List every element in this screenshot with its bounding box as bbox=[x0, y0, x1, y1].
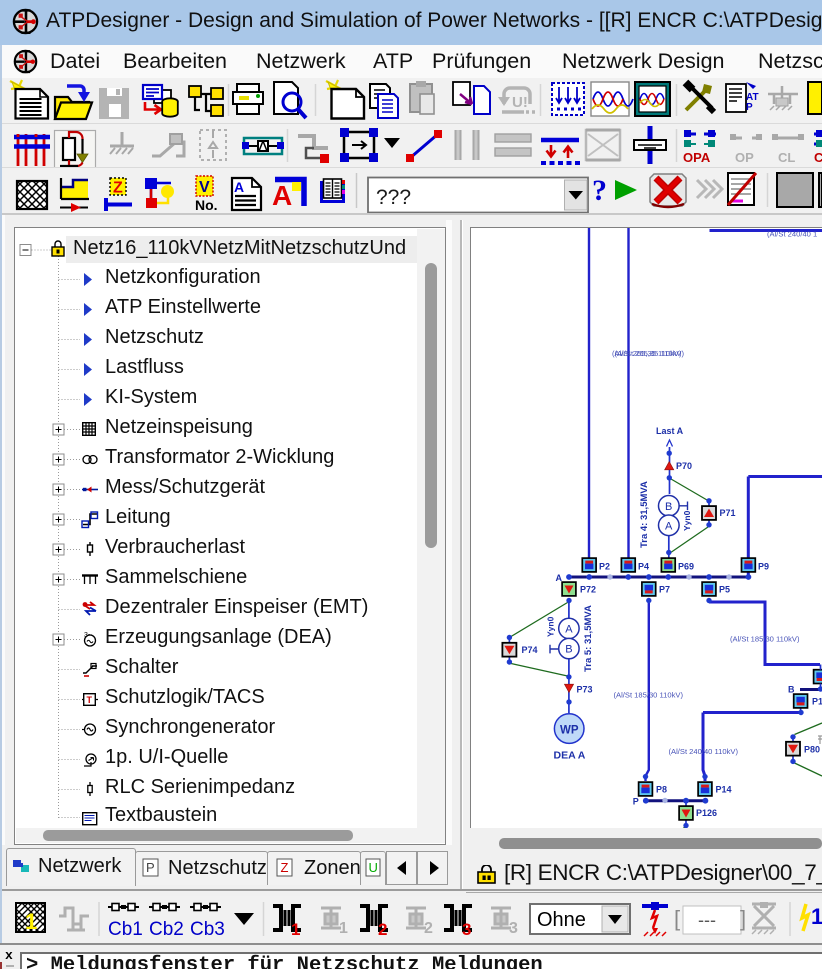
svg-text:3: 3 bbox=[462, 920, 471, 939]
svg-text:DEA A: DEA A bbox=[554, 750, 586, 762]
svg-text:P5: P5 bbox=[719, 585, 730, 595]
svg-text:Cb3: Cb3 bbox=[190, 919, 225, 940]
svg-text:OPA: OPA bbox=[683, 150, 711, 165]
svg-text:?: ? bbox=[592, 174, 607, 207]
svg-text:Z: Z bbox=[113, 180, 123, 197]
svg-text:Z: Z bbox=[281, 860, 289, 875]
svg-text:P80: P80 bbox=[804, 745, 820, 755]
svg-text:2: 2 bbox=[378, 920, 387, 939]
svg-text:]: ] bbox=[740, 906, 746, 931]
svg-text:P9: P9 bbox=[758, 562, 769, 572]
svg-text:P: P bbox=[746, 102, 753, 113]
svg-text:Cb2: Cb2 bbox=[149, 919, 184, 940]
svg-text:P: P bbox=[146, 860, 155, 875]
svg-text:1: 1 bbox=[291, 920, 300, 939]
svg-text:P8: P8 bbox=[656, 784, 667, 794]
svg-text:3~: 3~ bbox=[84, 632, 92, 639]
svg-text:3: 3 bbox=[509, 920, 518, 937]
svg-text:P126: P126 bbox=[696, 808, 717, 818]
svg-text:Tra 5: 31,5MVA: Tra 5: 31,5MVA bbox=[583, 605, 594, 672]
svg-text:1: 1 bbox=[25, 909, 37, 934]
svg-text:(Al/St 240/40 110kV): (Al/St 240/40 110kV) bbox=[669, 747, 739, 756]
svg-text:A: A bbox=[665, 520, 673, 532]
svg-text:P14: P14 bbox=[716, 784, 732, 794]
svg-text:A: A bbox=[556, 573, 563, 583]
svg-text:Tra 4: 31,5MVA: Tra 4: 31,5MVA bbox=[639, 481, 650, 548]
svg-text:P7: P7 bbox=[659, 585, 670, 595]
svg-text:2: 2 bbox=[424, 920, 433, 937]
svg-text:Yyn0: Yyn0 bbox=[682, 510, 692, 531]
svg-text:???: ??? bbox=[376, 186, 411, 209]
svg-text:(Al/St 185/30 110kV): (Al/St 185/30 110kV) bbox=[730, 635, 800, 644]
svg-text:[: [ bbox=[674, 906, 680, 931]
svg-text:A: A bbox=[565, 623, 573, 635]
svg-text:OP: OP bbox=[735, 150, 754, 165]
svg-text:WP: WP bbox=[560, 724, 579, 736]
svg-text:A: A bbox=[234, 179, 244, 195]
svg-text:1: 1 bbox=[811, 904, 822, 929]
svg-text:P72: P72 bbox=[580, 585, 596, 595]
svg-text:Ohne: Ohne bbox=[537, 909, 586, 931]
svg-text:T: T bbox=[87, 695, 93, 705]
svg-text:(Al/St 185/30 110kV): (Al/St 185/30 110kV) bbox=[614, 691, 684, 700]
svg-text:P1: P1 bbox=[812, 696, 822, 706]
svg-text:B: B bbox=[565, 644, 572, 656]
svg-text:1: 1 bbox=[339, 920, 348, 937]
svg-text:A: A bbox=[272, 180, 292, 211]
svg-text:(Al/St 265,85 110kV): (Al/St 265,85 110kV) bbox=[615, 349, 685, 358]
svg-text:P69: P69 bbox=[678, 562, 694, 572]
svg-text:P4: P4 bbox=[638, 562, 649, 572]
svg-text:---: --- bbox=[698, 910, 716, 930]
svg-text:B: B bbox=[665, 501, 672, 513]
svg-text:Yyn0: Yyn0 bbox=[546, 616, 556, 637]
svg-text:(Al/St 240/40 1: (Al/St 240/40 1 bbox=[767, 230, 817, 239]
svg-text:CL: CL bbox=[778, 150, 795, 165]
svg-text:Cb1: Cb1 bbox=[108, 919, 143, 940]
svg-text:P: P bbox=[633, 797, 639, 807]
svg-text:Last A: Last A bbox=[656, 426, 684, 436]
svg-text:V: V bbox=[199, 179, 210, 196]
svg-text:P74: P74 bbox=[522, 645, 538, 655]
svg-text:No.: No. bbox=[195, 197, 218, 213]
svg-text:CLA: CLA bbox=[814, 150, 822, 165]
svg-text:P2: P2 bbox=[599, 562, 610, 572]
svg-text:B: B bbox=[788, 685, 795, 695]
svg-text:U: U bbox=[369, 860, 378, 875]
svg-text:U!: U! bbox=[512, 94, 528, 111]
svg-text:P73: P73 bbox=[577, 685, 593, 695]
svg-text:P70: P70 bbox=[676, 461, 692, 471]
svg-text:P71: P71 bbox=[720, 508, 736, 518]
